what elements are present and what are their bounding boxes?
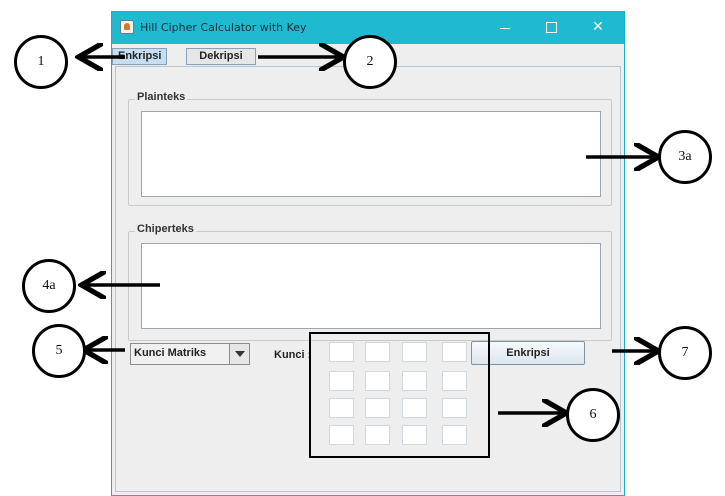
annotation-4a: 4a xyxy=(22,259,76,313)
annotation-3a: 3a xyxy=(658,130,712,184)
annotation-6: 6 xyxy=(566,388,620,442)
annotation-2: 2 xyxy=(343,35,397,89)
annotation-5: 5 xyxy=(32,324,86,378)
annotation-7: 7 xyxy=(658,326,712,380)
annotation-1: 1 xyxy=(14,35,68,89)
